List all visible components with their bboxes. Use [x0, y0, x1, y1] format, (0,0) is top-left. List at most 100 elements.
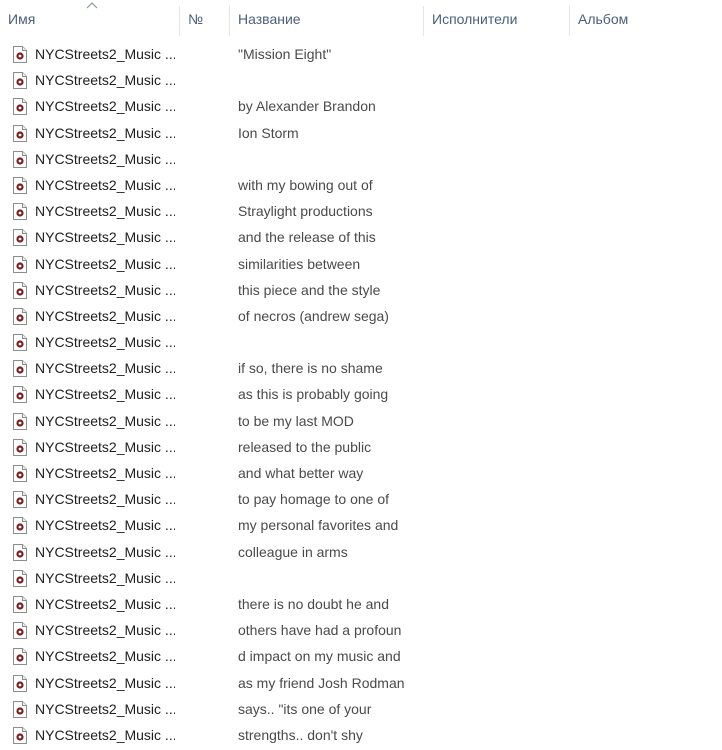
file-name: NYCStreets2_Music ...	[35, 255, 175, 272]
audio-file-icon	[13, 595, 27, 613]
file-row[interactable]: NYCStreets2_Music ... released to the pub…	[0, 435, 722, 461]
file-title: others have had a profoun	[238, 622, 402, 639]
audio-file-icon	[13, 176, 27, 194]
file-row[interactable]: NYCStreets2_Music ...	[0, 330, 722, 356]
column-header-album[interactable]: Альбом	[570, 0, 722, 36]
column-header-name-label: Имя	[8, 11, 36, 27]
file-row[interactable]: NYCStreets2_Music ... of necros (andrew s…	[0, 304, 722, 330]
file-title: of necros (andrew sega)	[238, 307, 389, 324]
file-name: NYCStreets2_Music ...	[35, 412, 175, 429]
file-name: NYCStreets2_Music ...	[35, 465, 175, 481]
file-title: "Mission Eight"	[238, 46, 332, 62]
file-name: NYCStreets2_Music ...	[35, 334, 175, 351]
file-name: NYCStreets2_Music ...	[35, 307, 175, 324]
file-row[interactable]: NYCStreets2_Music ... as my friend Josh R…	[0, 671, 722, 697]
file-name: NYCStreets2_Music ...	[35, 46, 175, 62]
file-name: NYCStreets2_Music ...	[35, 386, 175, 403]
file-name: NYCStreets2_Music ...	[35, 569, 175, 586]
audio-file-icon	[13, 307, 27, 325]
audio-file-icon	[13, 334, 27, 352]
file-title: as my friend Josh Rodman	[238, 674, 405, 691]
column-header-album-label: Альбом	[578, 11, 629, 27]
audio-file-icon	[13, 229, 27, 247]
sort-ascending-icon	[86, 2, 98, 9]
file-name: NYCStreets2_Music ...	[35, 543, 175, 560]
audio-file-icon	[13, 700, 27, 718]
file-row[interactable]: NYCStreets2_Music ... and what better way	[0, 461, 722, 487]
file-row[interactable]: NYCStreets2_Music ... my personal favorit…	[0, 513, 722, 539]
audio-file-icon	[13, 622, 27, 640]
file-row[interactable]: NYCStreets2_Music ... with my bowing out …	[0, 173, 722, 199]
audio-file-icon	[13, 72, 27, 90]
audio-file-icon	[13, 386, 27, 404]
file-title: Straylight productions	[238, 203, 373, 220]
column-header-bar: Имя № Название Исполнители Альбом	[0, 0, 722, 36]
audio-file-icon	[13, 569, 27, 587]
file-title: colleague in arms	[238, 543, 348, 560]
audio-file-icon	[13, 517, 27, 535]
file-name: NYCStreets2_Music ...	[35, 72, 175, 89]
file-name: NYCStreets2_Music ...	[35, 622, 175, 639]
column-header-name[interactable]: Имя	[0, 0, 180, 36]
audio-file-icon	[13, 46, 27, 63]
file-row[interactable]: NYCStreets2_Music ... similarities betwee…	[0, 252, 722, 278]
file-row[interactable]: NYCStreets2_Music ... strengths.. don't s…	[0, 723, 722, 749]
file-row[interactable]: NYCStreets2_Music ... by Alexander Brando…	[0, 94, 722, 120]
column-header-number-label: №	[188, 11, 204, 27]
file-row[interactable]: NYCStreets2_Music ... others have had a p…	[0, 618, 722, 644]
file-name: NYCStreets2_Music ...	[35, 176, 175, 193]
file-list: NYCStreets2_Music ... "Mission Eight" NYCS…	[0, 42, 722, 749]
file-title: to be my last MOD	[238, 412, 354, 429]
audio-file-icon	[13, 491, 27, 509]
file-title: to pay homage to one of	[238, 491, 389, 508]
audio-file-icon	[13, 543, 27, 561]
file-title: similarities between	[238, 255, 361, 272]
file-name: NYCStreets2_Music ...	[35, 438, 175, 455]
file-name: NYCStreets2_Music ...	[35, 150, 175, 167]
file-row[interactable]: NYCStreets2_Music ...	[0, 68, 722, 94]
file-row[interactable]: NYCStreets2_Music ... to pay homage to on…	[0, 487, 722, 513]
column-header-number[interactable]: №	[180, 0, 230, 36]
file-row[interactable]: NYCStreets2_Music ... if so, there is no …	[0, 356, 722, 382]
file-row[interactable]: NYCStreets2_Music ... Ion Storm	[0, 121, 722, 147]
audio-file-icon	[13, 281, 27, 299]
file-title: this piece and the style	[238, 281, 381, 298]
audio-file-icon	[13, 255, 27, 273]
audio-file-icon	[13, 150, 27, 168]
file-title: released to the public	[238, 438, 372, 455]
file-name: NYCStreets2_Music ...	[35, 491, 175, 508]
file-name: NYCStreets2_Music ...	[35, 229, 175, 246]
audio-file-icon	[13, 465, 27, 482]
file-row[interactable]: NYCStreets2_Music ... there is no doubt h…	[0, 592, 722, 618]
file-title: strengths.. don't shy	[238, 726, 363, 743]
file-title: there is no doubt he and	[238, 595, 390, 612]
audio-file-icon	[13, 726, 27, 744]
file-row[interactable]: NYCStreets2_Music ... as this is probably…	[0, 382, 722, 408]
file-row[interactable]: NYCStreets2_Music ... this piece and the …	[0, 278, 722, 304]
file-row[interactable]: NYCStreets2_Music ...	[0, 566, 722, 592]
file-row[interactable]: NYCStreets2_Music ... Straylight producti…	[0, 199, 722, 225]
audio-file-icon	[13, 438, 27, 456]
file-name: NYCStreets2_Music ...	[35, 700, 175, 717]
audio-file-icon	[13, 203, 27, 221]
audio-file-icon	[13, 124, 27, 142]
file-name: NYCStreets2_Music ...	[35, 203, 175, 220]
audio-file-icon	[13, 412, 27, 430]
file-row[interactable]: NYCStreets2_Music ... says.. "its one of …	[0, 697, 722, 723]
file-name: NYCStreets2_Music ...	[35, 595, 175, 612]
file-title: with my bowing out of	[238, 176, 373, 193]
file-row[interactable]: NYCStreets2_Music ...	[0, 147, 722, 173]
file-row[interactable]: NYCStreets2_Music ... d impact on my musi…	[0, 644, 722, 670]
file-name: NYCStreets2_Music ...	[35, 124, 175, 141]
file-name: NYCStreets2_Music ...	[35, 726, 175, 743]
file-row[interactable]: NYCStreets2_Music ... to be my last MOD	[0, 409, 722, 435]
file-title: by Alexander Brandon	[238, 98, 376, 115]
file-row[interactable]: NYCStreets2_Music ... colleague in arms	[0, 540, 722, 566]
file-row[interactable]: NYCStreets2_Music ... "Mission Eight"	[0, 42, 722, 68]
column-header-title[interactable]: Название	[230, 0, 424, 36]
file-title: and the release of this	[238, 229, 376, 246]
file-row[interactable]: NYCStreets2_Music ... and the release of …	[0, 225, 722, 251]
file-name: NYCStreets2_Music ...	[35, 98, 175, 115]
file-title: says.. "its one of your	[238, 700, 372, 717]
column-header-artists[interactable]: Исполнители	[424, 0, 570, 36]
